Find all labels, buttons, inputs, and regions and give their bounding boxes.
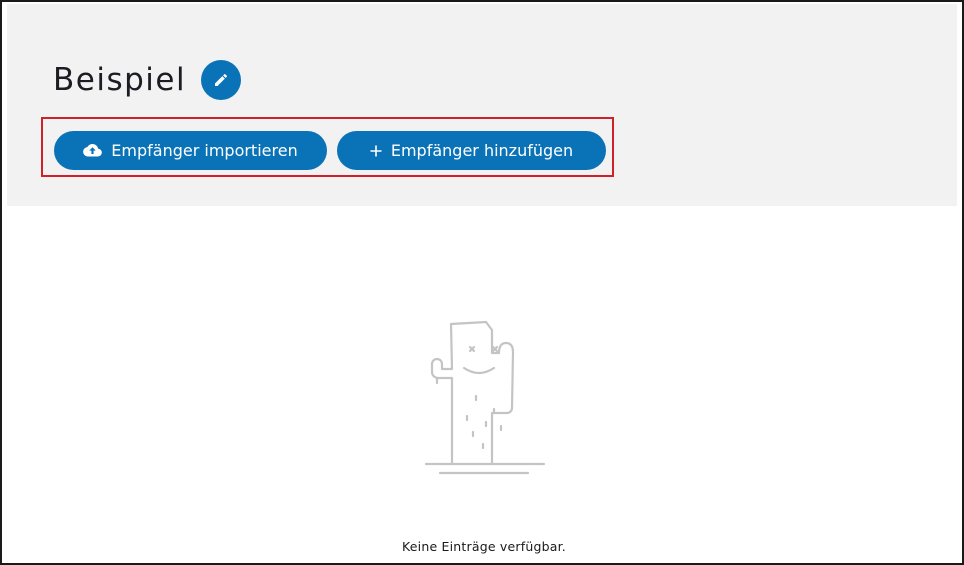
edit-title-button[interactable] — [201, 60, 241, 100]
app-window: Beispiel Empfänger importieren Empfänger… — [0, 0, 964, 565]
add-recipient-button[interactable]: Empfänger hinzufügen — [337, 131, 606, 170]
import-recipients-label: Empfänger importieren — [111, 141, 298, 160]
cloud-upload-icon — [83, 143, 103, 158]
cactus-icon — [406, 316, 550, 478]
page-header: Beispiel Empfänger importieren Empfänger… — [7, 4, 957, 206]
page-title: Beispiel — [53, 62, 187, 98]
import-recipients-button[interactable]: Empfänger importieren — [54, 131, 327, 170]
pencil-icon — [213, 72, 229, 88]
empty-state-message: Keine Einträge verfügbar. — [402, 539, 566, 554]
plus-icon — [370, 145, 382, 157]
add-recipient-label: Empfänger hinzufügen — [390, 141, 574, 160]
action-buttons-group: Empfänger importieren Empfänger hinzufüg… — [41, 117, 614, 177]
